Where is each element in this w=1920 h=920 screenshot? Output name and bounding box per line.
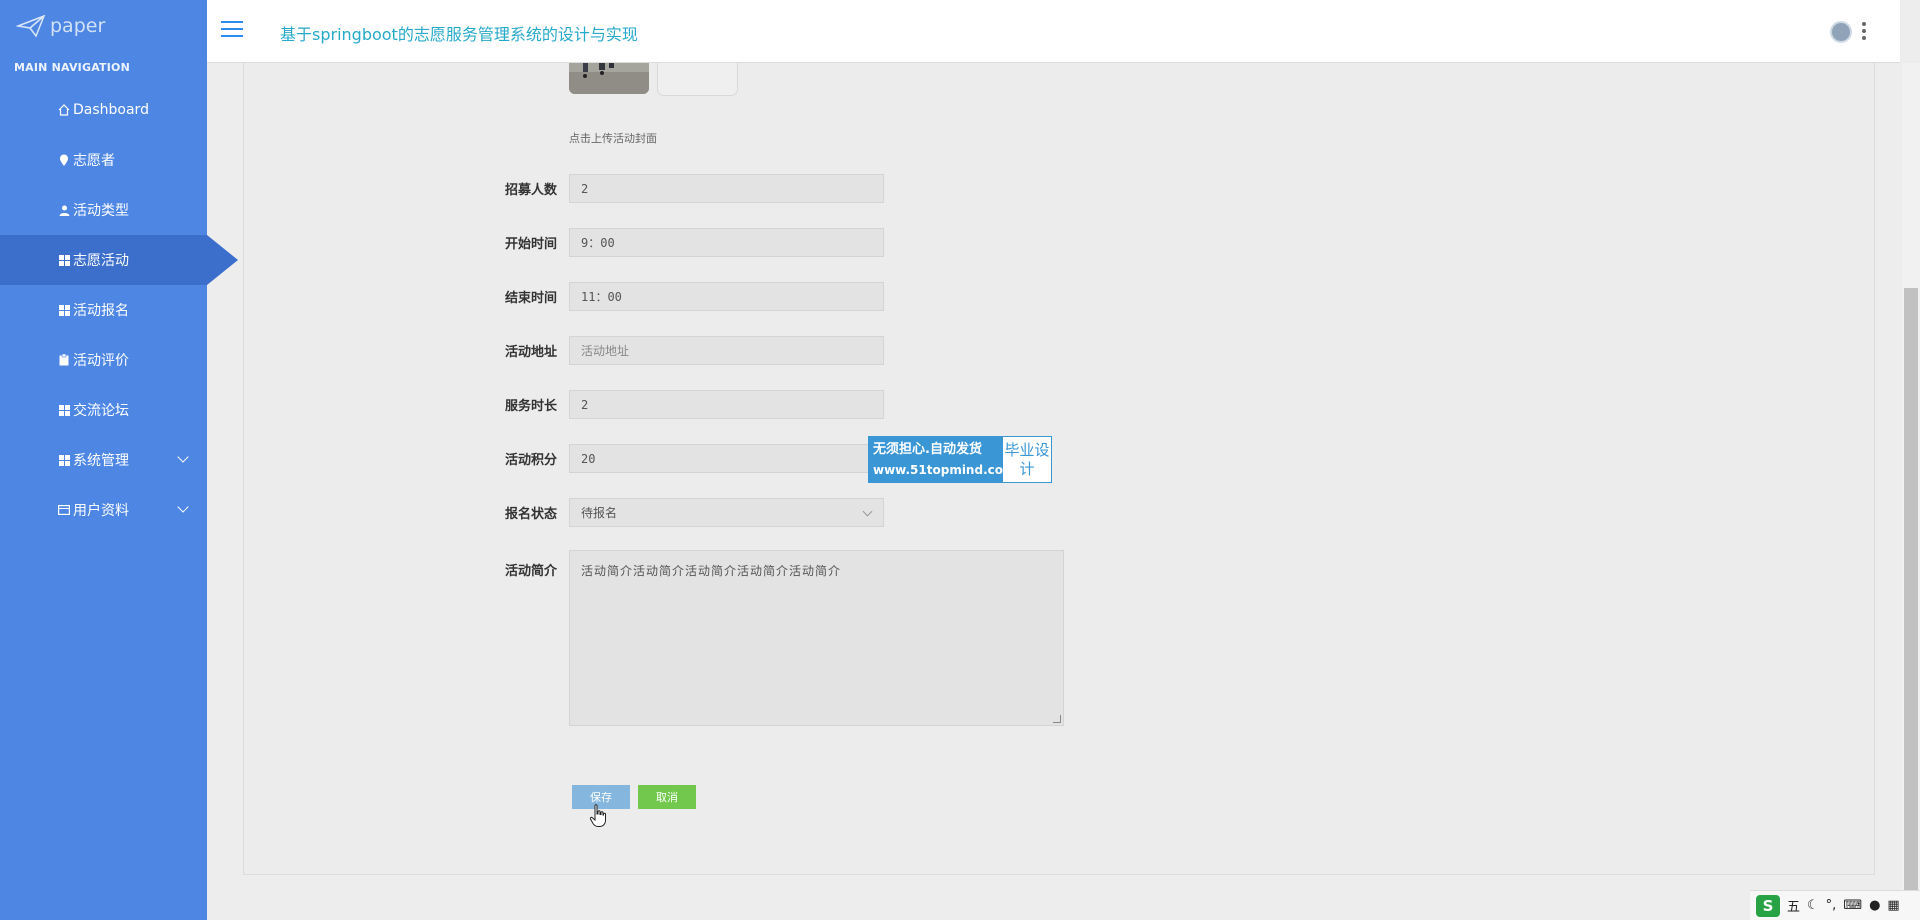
banner-right: 毕业设计 <box>1004 441 1050 478</box>
avatar[interactable] <box>1830 21 1852 43</box>
address-input[interactable]: 活动地址 <box>569 336 884 365</box>
sidebar-item-forum[interactable]: 交流论坛 <box>0 385 207 435</box>
ime-mode[interactable]: 五 <box>1787 896 1800 915</box>
user-icon[interactable]: ● <box>1869 898 1880 913</box>
sidebar-item-label: 活动报名 <box>73 303 129 319</box>
user-icon <box>57 203 71 217</box>
description-textarea[interactable]: 活动简介活动简介活动简介活动简介活动简介 <box>569 550 1064 726</box>
id-card-icon <box>57 503 71 517</box>
start-time-label: 开始时间 <box>505 237 558 252</box>
signup-status-select[interactable]: 待报名 <box>569 498 884 527</box>
chevron-down-icon <box>177 501 189 513</box>
sidebar-item-dashboard[interactable]: Dashboard <box>0 85 207 135</box>
sidebar-item-label: 活动评价 <box>73 353 129 369</box>
scrollbar[interactable] <box>1902 63 1920 920</box>
map-pin-icon <box>57 153 71 167</box>
resize-handle-icon[interactable] <box>1053 715 1061 723</box>
logo[interactable]: paper <box>16 14 105 38</box>
chevron-down-icon <box>862 506 873 517</box>
sidebar-item-label: 志愿者 <box>73 153 115 169</box>
service-hours-input[interactable]: 2 <box>569 390 884 419</box>
clipboard-icon <box>57 353 71 367</box>
hamburger-menu-icon[interactable] <box>221 21 243 39</box>
end-time-input[interactable]: 11：00 <box>569 282 884 311</box>
description-text: 活动简介活动简介活动简介活动简介活动简介 <box>581 564 842 578</box>
grid-icon[interactable]: ▦ <box>1887 898 1899 913</box>
form-row-signup-status: 报名状态 待报名 <box>505 498 884 527</box>
nav-header: MAIN NAVIGATION <box>14 61 131 74</box>
signup-status-value: 待报名 <box>581 506 618 520</box>
recruit-count-input[interactable]: 2 <box>569 174 884 203</box>
moon-icon[interactable]: ☾ <box>1807 898 1819 913</box>
sidebar-item-activity-types[interactable]: 活动类型 <box>0 185 207 235</box>
watermark-banner: 无须担心.自动发货 www.51topmind.com 毕业设计 <box>868 436 1052 483</box>
grid-icon <box>57 403 71 417</box>
form-row-start-time: 开始时间 9：00 <box>505 228 884 257</box>
home-icon <box>57 103 71 117</box>
sidebar-item-activity-reviews[interactable]: 活动评价 <box>0 335 207 385</box>
sidebar-item-label: 用户资料 <box>73 503 129 519</box>
recruit-count-label: 招募人数 <box>505 183 558 198</box>
chevron-down-icon <box>177 451 189 463</box>
points-input[interactable]: 20 <box>569 444 884 473</box>
address-label: 活动地址 <box>505 345 558 360</box>
nav-list: Dashboard 志愿者 活动类型 志愿活动 活动报名 活动评价 交流论坛 系… <box>0 85 238 535</box>
scrollbar-thumb[interactable] <box>1904 288 1918 920</box>
sidebar-item-label: 系统管理 <box>73 453 129 469</box>
ime-punct[interactable]: °, <box>1826 898 1837 913</box>
grid-icon <box>57 453 71 467</box>
form-row-service-hours: 服务时长 2 <box>505 390 884 419</box>
banner-left: 无须担心.自动发货 www.51topmind.com <box>869 437 1016 482</box>
sidebar-item-system-management[interactable]: 系统管理 <box>0 435 207 485</box>
form-row-recruit-count: 招募人数 2 <box>505 174 884 203</box>
form-row-end-time: 结束时间 11：00 <box>505 282 884 311</box>
cancel-button[interactable]: 取消 <box>638 785 696 809</box>
sidebar-item-volunteers[interactable]: 志愿者 <box>0 135 207 185</box>
app-title: 基于springboot的志愿服务管理系统的设计与实现 <box>280 25 638 44</box>
form-row-description: 活动简介 活动简介活动简介活动简介活动简介活动简介 <box>505 550 1064 726</box>
points-label: 活动积分 <box>505 453 558 468</box>
ime-tray: S 五 ☾ °, ⌨ ● ▦ <box>1750 890 1920 920</box>
sidebar-item-label: 志愿活动 <box>73 253 129 269</box>
signup-status-label: 报名状态 <box>505 507 558 522</box>
sidebar-item-volunteer-activities[interactable]: 志愿活动 <box>0 235 238 285</box>
form-row-points: 活动积分 20 <box>505 444 884 473</box>
logo-text: paper <box>50 15 106 37</box>
more-vertical-icon[interactable] <box>1861 22 1867 40</box>
sogou-ime-icon[interactable]: S <box>1756 894 1780 917</box>
form-panel <box>243 40 1875 875</box>
hand-cursor-icon <box>589 804 606 827</box>
paper-plane-icon <box>16 14 46 38</box>
sidebar-item-label: 活动类型 <box>73 203 129 219</box>
sidebar: paper MAIN NAVIGATION Dashboard 志愿者 活动类型 <box>0 0 238 920</box>
sidebar-item-label: Dashboard <box>73 102 149 118</box>
end-time-label: 结束时间 <box>505 291 558 306</box>
sidebar-item-label: 交流论坛 <box>73 403 129 419</box>
grid-icon <box>57 303 71 317</box>
banner-url: www.51topmind.com <box>873 463 1016 477</box>
top-bar: 基于springboot的志愿服务管理系统的设计与实现 <box>207 0 1900 63</box>
upload-hint: 点击上传活动封面 <box>569 132 657 145</box>
description-label: 活动简介 <box>505 564 558 579</box>
sidebar-item-user-profile[interactable]: 用户资料 <box>0 485 207 535</box>
banner-line1: 无须担心.自动发货 <box>873 442 982 457</box>
grid-icon <box>57 253 71 267</box>
form-row-address: 活动地址 活动地址 <box>505 336 884 365</box>
start-time-input[interactable]: 9：00 <box>569 228 884 257</box>
service-hours-label: 服务时长 <box>505 399 558 414</box>
keyboard-icon[interactable]: ⌨ <box>1843 898 1862 913</box>
sidebar-item-activity-signup[interactable]: 活动报名 <box>0 285 207 335</box>
